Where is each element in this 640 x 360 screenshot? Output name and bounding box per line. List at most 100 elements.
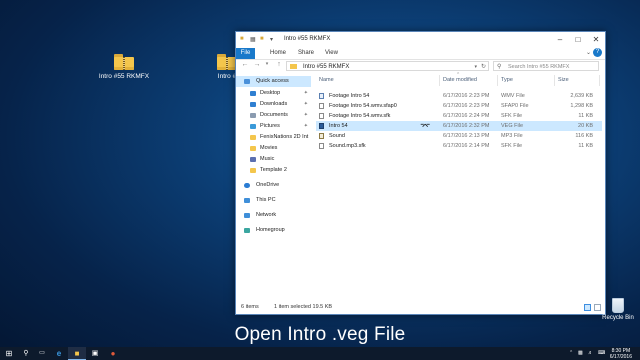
recent-locations-icon[interactable]: ▾ <box>262 61 272 67</box>
column-header-type[interactable]: Type <box>498 75 555 86</box>
nav-documents[interactable]: Documents ✦ <box>236 110 311 121</box>
tab-share[interactable]: Share <box>294 48 318 59</box>
pin-icon: ✦ <box>303 101 308 107</box>
file-row[interactable]: Sound 6/17/2016 2:13 PM MP3 File 116 KB <box>316 131 602 141</box>
details-view-icon[interactable] <box>584 304 591 311</box>
nav-quick-access[interactable]: Quick access <box>236 76 311 87</box>
file-row-selected[interactable]: Intro 54 6/17/2016 2:32 PM VEG File 20 K… <box>316 121 602 131</box>
nav-label: Template 2 <box>260 167 287 173</box>
tab-home[interactable]: Home <box>266 48 290 59</box>
nav-fenixnations[interactable]: FenixNations 2D Int <box>236 132 311 143</box>
up-icon[interactable]: ↑ <box>274 61 284 68</box>
file-explorer-window[interactable]: ■ ▦ ■ ▾ Intro #55 RKMFX – □ ✕ File Home … <box>235 31 606 315</box>
close-button[interactable]: ✕ <box>587 34 605 46</box>
zip-folder-icon <box>114 54 134 70</box>
taskbar: ⊞ ⚲ ▭ e ■ ▣ ● ⌃ ▩ ♬ ⌨ 8:30 PM 6/17/2016 <box>0 347 640 360</box>
refresh-icon[interactable]: ↻ <box>481 62 486 72</box>
file-explorer-icon[interactable]: ■ <box>68 347 86 360</box>
help-icon[interactable]: ? <box>593 48 602 57</box>
recycle-bin-label: Recycle Bin <box>602 315 634 321</box>
file-date: 6/17/2016 2:32 PM <box>443 123 490 129</box>
column-header-size[interactable]: Size <box>555 75 600 86</box>
nav-music[interactable]: Music <box>236 154 311 165</box>
nav-downloads[interactable]: Downloads ✦ <box>236 99 311 110</box>
address-bar[interactable]: Intro #55 RKMFX ▾ ↻ <box>286 61 489 71</box>
recycle-bin-icon <box>612 298 624 313</box>
nav-desktop[interactable]: Desktop ✦ <box>236 88 311 99</box>
video-caption: Open Intro .veg File <box>234 324 406 345</box>
expand-ribbon-icon[interactable]: ⌄ <box>586 49 591 56</box>
nav-label: Quick access <box>256 78 289 84</box>
back-icon[interactable]: ← <box>240 61 250 68</box>
selection-info: 1 item selected 19.5 KB <box>274 304 333 310</box>
file-date: 6/17/2016 2:13 PM <box>443 133 490 139</box>
recycle-bin[interactable]: Recycle Bin <box>598 298 638 321</box>
file-type: MP3 File <box>501 133 523 139</box>
address-text: Intro #55 RKMFX <box>303 64 350 70</box>
chevron-up-icon[interactable]: ⌃ <box>569 347 573 360</box>
column-header-date-modified[interactable]: Date modified <box>440 75 498 86</box>
file-date: 6/17/2016 2:14 PM <box>443 143 490 149</box>
file-icon <box>319 143 324 149</box>
customize-toolbar-icon[interactable]: ▾ <box>270 36 273 43</box>
desktop-icon-label: Intro #55 RKMFX <box>98 73 150 80</box>
file-row[interactable]: Footage Intro 54.wmv.sfap0 6/17/2016 2:2… <box>316 101 602 111</box>
tab-file[interactable]: File <box>236 48 255 59</box>
folder-icon <box>250 135 256 140</box>
file-row[interactable]: Footage Intro 54.wmv.sfk 6/17/2016 2:24 … <box>316 111 602 121</box>
pin-icon: ✦ <box>303 112 308 118</box>
file-row[interactable]: Sound.mp3.sfk 6/17/2016 2:14 PM SFK File… <box>316 141 602 151</box>
search-icon[interactable]: ⚲ <box>18 347 34 360</box>
volume-icon[interactable]: ♬ <box>588 347 593 360</box>
properties-icon[interactable]: ▦ <box>250 36 256 43</box>
address-dropdown-icon[interactable]: ▾ <box>474 62 477 72</box>
audio-file-icon <box>319 133 324 139</box>
file-type: SFK File <box>501 143 523 149</box>
tab-view[interactable]: View <box>321 48 342 59</box>
nav-label: Music <box>260 156 275 162</box>
start-icon[interactable]: ⊞ <box>0 347 18 360</box>
file-icon <box>319 113 324 119</box>
video-file-icon <box>319 93 324 99</box>
minimize-button[interactable]: – <box>551 34 569 46</box>
nav-homegroup[interactable]: Homegroup <box>236 225 311 236</box>
veg-file-icon <box>319 123 324 129</box>
file-type: SFK File <box>501 113 523 119</box>
nav-template-2[interactable]: Template 2 <box>236 165 311 176</box>
store-icon[interactable]: ▣ <box>86 347 104 360</box>
clock[interactable]: 8:30 PM 6/17/2016 <box>610 349 632 360</box>
nav-label: Network <box>256 212 277 218</box>
task-view-icon[interactable]: ▭ <box>34 347 50 360</box>
edge-icon[interactable]: e <box>50 347 68 360</box>
column-header-name[interactable]: Name <box>316 75 440 86</box>
file-name: Sound <box>329 133 345 139</box>
search-input[interactable]: ⚲ Search Intro #55 RKMFX <box>493 61 599 71</box>
forward-icon[interactable]: → <box>252 61 262 68</box>
file-size: 11 KB <box>578 143 593 149</box>
file-date: 6/17/2016 2:23 PM <box>443 103 490 109</box>
desktop-folder-intro-55[interactable]: Intro #55 RKMFX <box>94 54 154 81</box>
nav-onedrive[interactable]: OneDrive <box>236 180 311 191</box>
new-folder-icon[interactable]: ■ <box>260 36 264 42</box>
folder-icon <box>290 64 297 69</box>
file-size: 11 KB <box>578 113 593 119</box>
file-icon <box>319 103 324 109</box>
ribbon-tabs: File Home Share View ⌄ ? <box>236 48 605 60</box>
network-icon[interactable]: ▩ <box>578 347 583 360</box>
status-bar: 6 items 1 item selected 19.5 KB <box>236 301 605 314</box>
maximize-button[interactable]: □ <box>569 34 587 46</box>
file-size: 20 KB <box>578 123 593 129</box>
nav-movies[interactable]: Movies <box>236 143 311 154</box>
nav-label: FenixNations 2D Int <box>260 134 309 140</box>
nav-this-pc[interactable]: This PC <box>236 195 311 206</box>
pin-icon: ✦ <box>303 123 308 129</box>
file-row[interactable]: Footage Intro 54 6/17/2016 2:23 PM WMV F… <box>316 91 602 101</box>
app-icon[interactable]: ● <box>104 347 122 360</box>
keyboard-icon[interactable]: ⌨ <box>598 347 605 360</box>
title-bar[interactable]: ■ ▦ ■ ▾ Intro #55 RKMFX – □ ✕ <box>236 32 605 48</box>
nav-label: This PC <box>256 197 276 203</box>
search-placeholder: Search Intro #55 RKMFX <box>508 64 570 70</box>
nav-pictures[interactable]: Pictures ✦ <box>236 121 311 132</box>
nav-label: OneDrive <box>256 182 280 188</box>
nav-network[interactable]: Network <box>236 210 311 221</box>
